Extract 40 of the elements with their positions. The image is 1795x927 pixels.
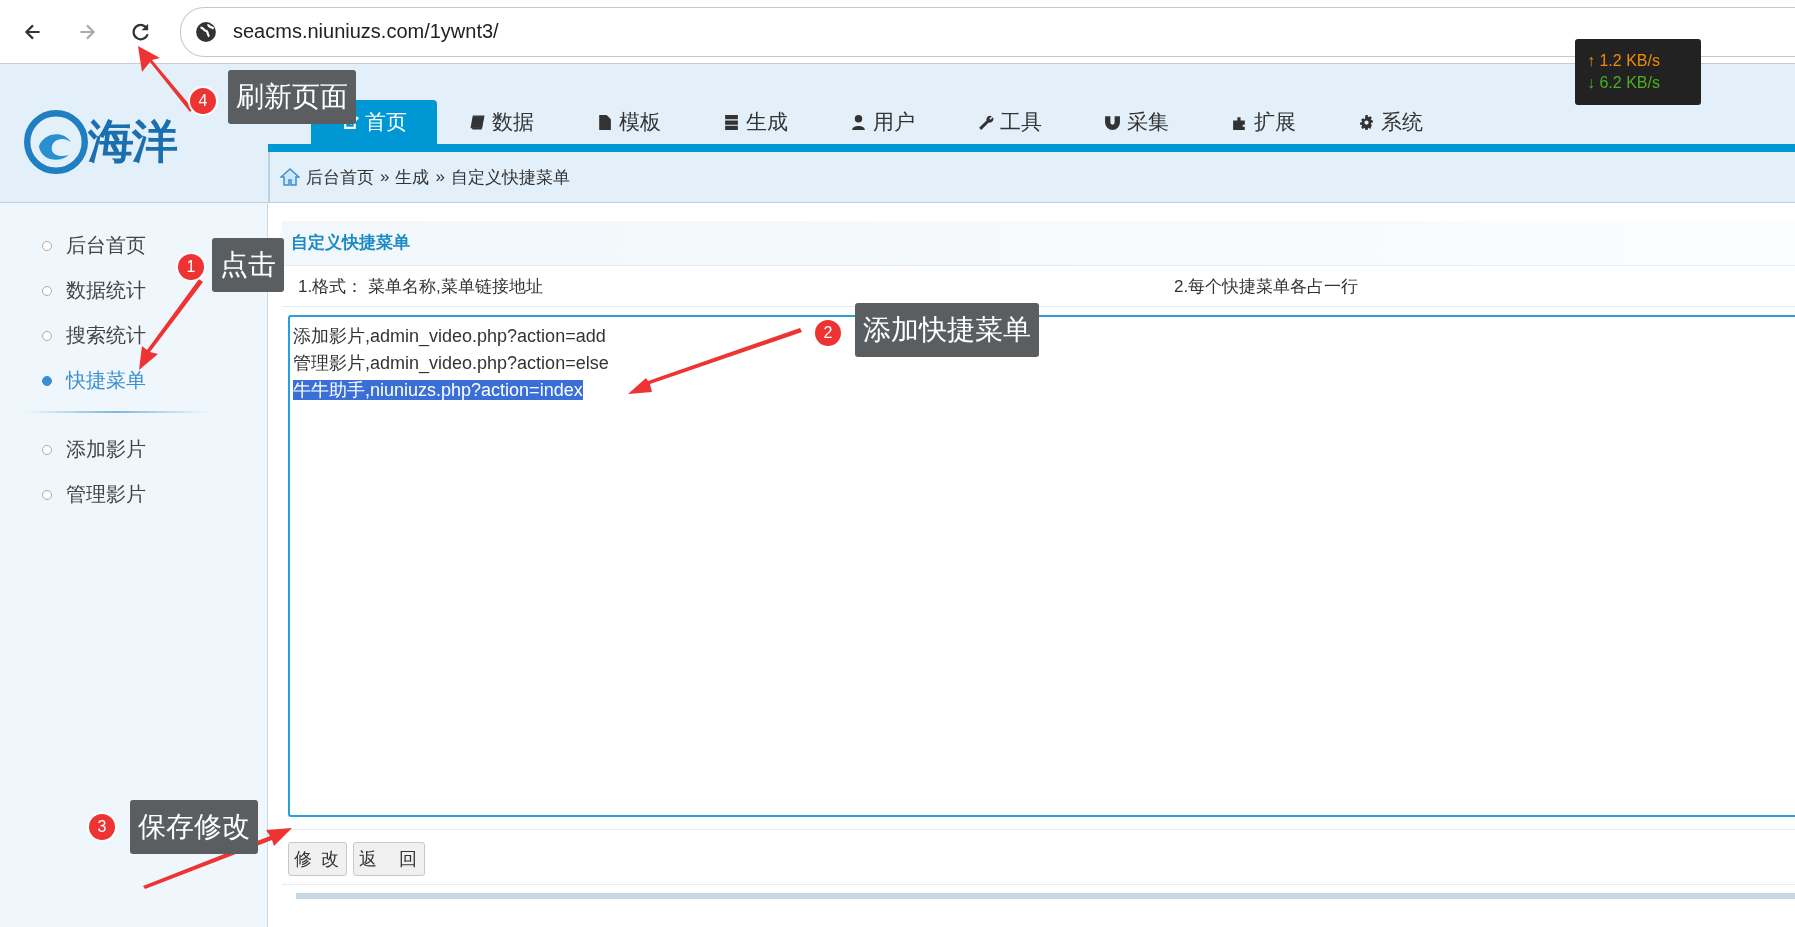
wave-logo-icon [24, 110, 88, 174]
book-icon [468, 113, 486, 131]
nav-tab[interactable]: 数据 [438, 100, 564, 144]
magnet-icon [1103, 113, 1121, 131]
logo-text: 海洋 [88, 114, 176, 169]
nav-tab[interactable]: 采集 [1073, 100, 1199, 144]
nav-tab[interactable]: 生成 [692, 100, 818, 144]
nav-tab[interactable]: 模板 [565, 100, 691, 144]
sidebar-item[interactable]: 搜索统计 [0, 313, 267, 358]
breadcrumb-item: » [435, 167, 445, 187]
breadcrumb-item: » [380, 167, 390, 187]
callout-tooltip: 保存修改 [130, 800, 258, 854]
nav-tab[interactable]: 工具 [946, 100, 1072, 144]
sidebar-item[interactable]: 管理影片 [0, 472, 267, 517]
download-speed: ↓ 6.2 KB/s [1587, 74, 1661, 92]
nav-tab[interactable]: 用户 [819, 100, 945, 144]
hint-text: 1.格式： 菜单名称,菜单链接地址 [297, 275, 544, 298]
callout-tooltip: 添加快捷菜单 [855, 303, 1039, 357]
globe-icon [195, 20, 217, 43]
arrow [138, 46, 193, 112]
nav-tab[interactable]: 系统 [1327, 100, 1453, 144]
callout-tooltip: 刷新页面 [228, 70, 356, 124]
breadcrumb-item[interactable]: 生成 [395, 165, 430, 189]
gear-icon [1357, 113, 1375, 131]
user-icon [849, 113, 867, 131]
breadcrumb-item[interactable]: 后台首页 [306, 165, 374, 189]
server-icon [722, 113, 740, 131]
hint-text: 2.每个快捷菜单各占一行 [1173, 275, 1360, 298]
nav-tab[interactable]: 扩展 [1200, 100, 1326, 144]
text-line: 添加影片,admin_video.php?action=add [293, 326, 606, 346]
callout-tooltip: 点击 [212, 238, 284, 292]
step-badge: 2 [813, 318, 843, 348]
breadcrumb-item[interactable]: 自定义快捷菜单 [450, 165, 570, 189]
form-button[interactable]: 修 改 [288, 842, 347, 876]
panel-title: 自定义快捷菜单 [282, 221, 1795, 266]
wrench-icon [976, 113, 994, 131]
home-icon[interactable] [280, 167, 300, 187]
text-line: 管理影片,admin_video.php?action=else [293, 353, 609, 373]
sidebar-item[interactable]: 添加影片 [0, 427, 267, 472]
form-button[interactable]: 返 回 [353, 842, 425, 876]
